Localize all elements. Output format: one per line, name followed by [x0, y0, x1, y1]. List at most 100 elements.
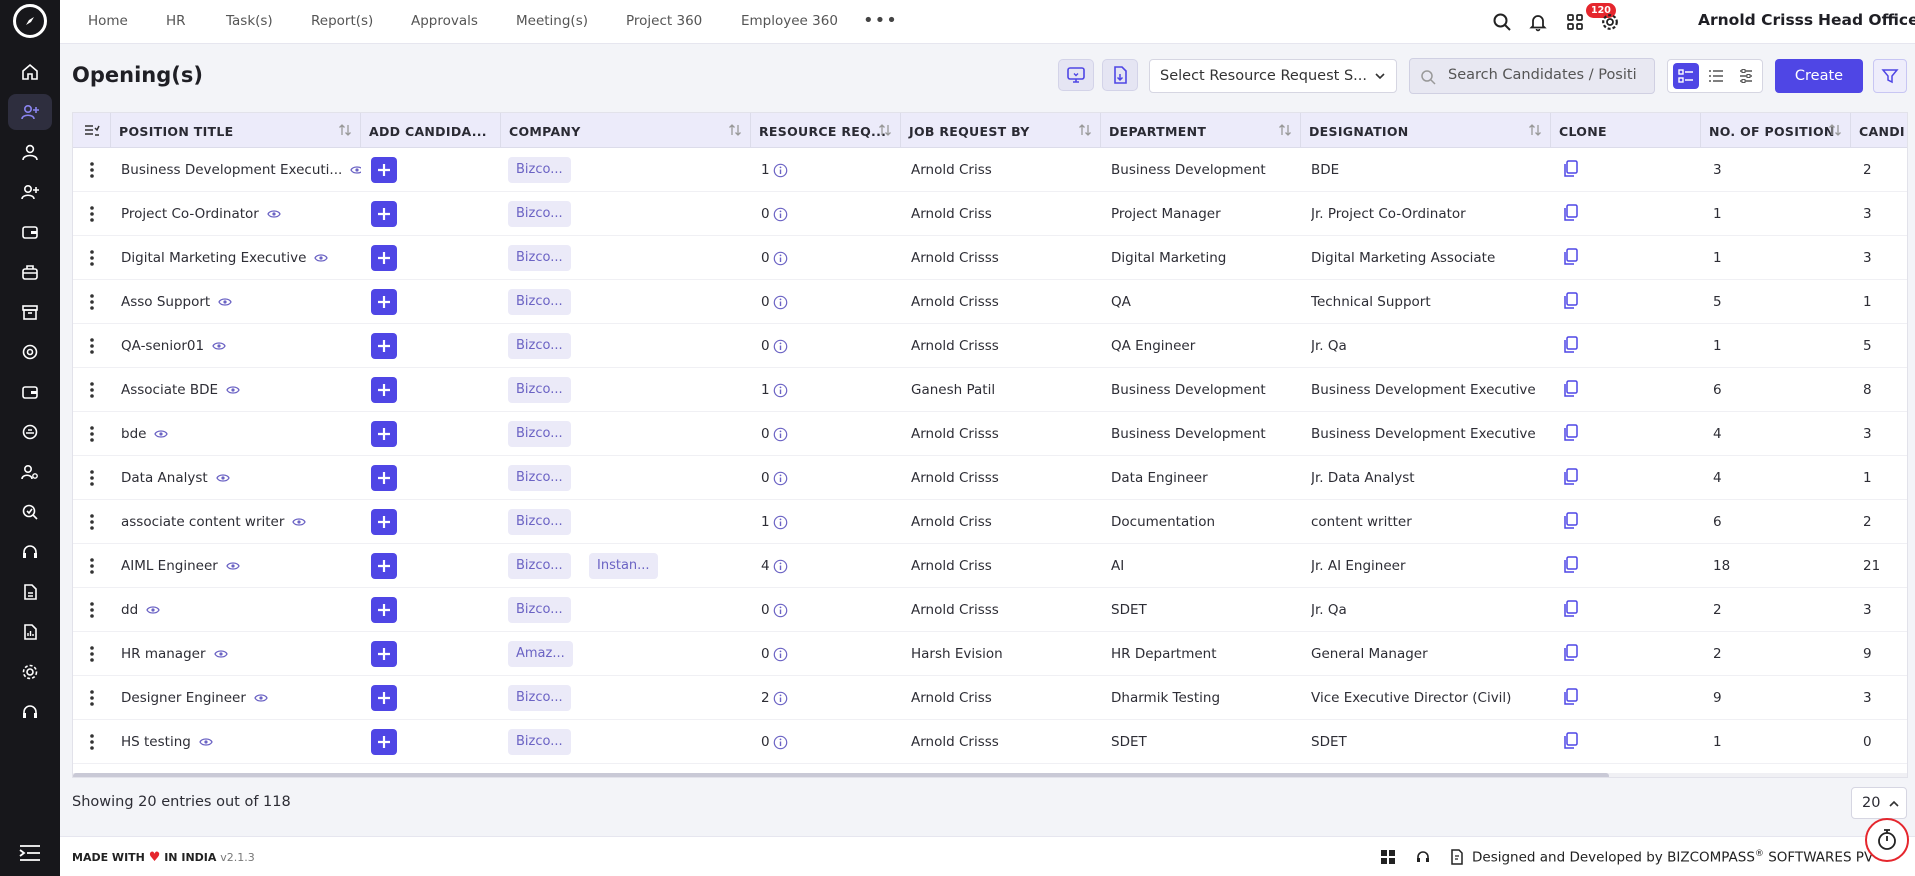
- clone-icon[interactable]: [1563, 688, 1579, 706]
- sidebar-briefcase-icon[interactable]: [8, 254, 52, 290]
- company-chip[interactable]: Bizco...: [508, 289, 571, 315]
- position-title[interactable]: HR manager: [121, 646, 206, 662]
- col-candidates[interactable]: CANDI: [1851, 113, 1907, 148]
- add-candidate-button[interactable]: [371, 509, 397, 535]
- position-title-cell[interactable]: Digital Marketing Executive: [121, 250, 361, 266]
- info-icon[interactable]: [773, 207, 788, 222]
- add-candidate-button[interactable]: [371, 421, 397, 447]
- sidebar-home-icon[interactable]: [8, 54, 52, 90]
- info-icon[interactable]: [773, 735, 788, 750]
- kebab-menu-icon[interactable]: [87, 336, 97, 356]
- company-chip[interactable]: Bizco...: [508, 729, 571, 755]
- eye-icon[interactable]: [226, 385, 240, 395]
- eye-icon[interactable]: [226, 561, 240, 571]
- table-row[interactable]: HR manager Amaz... 0 Harsh Evision HR De…: [73, 632, 1907, 676]
- add-candidate-button[interactable]: [371, 641, 397, 667]
- eye-icon[interactable]: [267, 209, 281, 219]
- col-no-of-position[interactable]: NO. OF POSITION: [1701, 113, 1851, 148]
- add-candidate-button[interactable]: [371, 245, 397, 271]
- sidebar-support-icon[interactable]: [8, 334, 52, 370]
- apps-grid-icon[interactable]: [1563, 10, 1587, 34]
- info-icon[interactable]: [773, 515, 788, 530]
- eye-icon[interactable]: [314, 253, 329, 263]
- eye-icon[interactable]: [254, 693, 268, 703]
- table-row[interactable]: Business Development Executi... Bizco...…: [73, 148, 1907, 192]
- table-row[interactable]: AIML Engineer Bizco... Instan... 4 Arnold…: [73, 544, 1907, 588]
- position-title[interactable]: AIML Engineer: [121, 558, 218, 574]
- eye-icon[interactable]: [154, 429, 169, 439]
- sort-icon[interactable]: [338, 123, 352, 137]
- table-row[interactable]: HS testing Bizco... 0 Arnold Crisss SDET…: [73, 720, 1907, 764]
- nav-tasks[interactable]: Task(s): [226, 13, 273, 29]
- kebab-menu-icon[interactable]: [87, 424, 97, 444]
- position-title[interactable]: Data Analyst: [121, 470, 208, 486]
- sidebar-expand-icon[interactable]: [14, 840, 46, 866]
- info-icon[interactable]: [773, 691, 788, 706]
- clone-icon[interactable]: [1563, 732, 1579, 750]
- add-candidate-button[interactable]: [371, 729, 397, 755]
- kebab-menu-icon[interactable]: [87, 248, 97, 268]
- info-icon[interactable]: [773, 295, 788, 310]
- sort-icon[interactable]: [878, 123, 892, 137]
- add-candidate-button[interactable]: [371, 289, 397, 315]
- kebab-menu-icon[interactable]: [87, 468, 97, 488]
- table-row[interactable]: Project Co-Ordinator Bizco... 0 Arnold C…: [73, 192, 1907, 236]
- position-title-cell[interactable]: HR manager: [121, 646, 361, 662]
- col-job-request-by[interactable]: JOB REQUEST BY: [901, 113, 1101, 148]
- info-icon[interactable]: [773, 339, 788, 354]
- position-title-cell[interactable]: bde: [121, 426, 361, 442]
- kebab-menu-icon[interactable]: [87, 292, 97, 312]
- clone-icon[interactable]: [1563, 512, 1579, 530]
- info-icon[interactable]: [773, 559, 788, 574]
- position-title[interactable]: associate content writer: [121, 514, 284, 530]
- nav-home[interactable]: Home: [88, 13, 128, 29]
- timer-button[interactable]: [1865, 818, 1909, 862]
- add-candidate-button[interactable]: [371, 201, 397, 227]
- col-clone[interactable]: CLONE: [1551, 113, 1701, 148]
- eye-icon[interactable]: [146, 605, 160, 615]
- table-row[interactable]: Digital Marketing Executive Bizco... 0 A…: [73, 236, 1907, 280]
- position-title-cell[interactable]: HS testing: [121, 734, 361, 750]
- nav-project-360[interactable]: Project 360: [626, 13, 702, 29]
- position-title[interactable]: Project Co-Ordinator: [121, 206, 259, 222]
- company-chip[interactable]: Bizco...: [508, 421, 571, 447]
- clone-icon[interactable]: [1563, 336, 1579, 354]
- clone-icon[interactable]: [1563, 380, 1579, 398]
- resource-request-select[interactable]: Select Resource Request S...: [1149, 59, 1397, 93]
- eye-icon[interactable]: [215, 473, 230, 483]
- info-icon[interactable]: [773, 647, 788, 662]
- table-row[interactable]: Data Analyst Bizco... 0 Arnold Crisss Da…: [73, 456, 1907, 500]
- kebab-menu-icon[interactable]: [87, 732, 97, 752]
- add-candidate-button[interactable]: [371, 597, 397, 623]
- filter-button[interactable]: [1873, 59, 1907, 93]
- headset-icon[interactable]: [1413, 847, 1433, 867]
- export-button[interactable]: [1102, 59, 1138, 91]
- sidebar-archive-icon[interactable]: [8, 294, 52, 330]
- eye-icon[interactable]: [213, 649, 228, 659]
- position-title-cell[interactable]: Project Co-Ordinator: [121, 206, 361, 222]
- position-title-cell[interactable]: dd: [121, 602, 361, 618]
- sidebar-card-icon[interactable]: [8, 374, 52, 410]
- sidebar-document-icon[interactable]: [8, 574, 52, 610]
- info-icon[interactable]: [773, 603, 788, 618]
- nav-approvals[interactable]: Approvals: [411, 13, 478, 29]
- company-chip[interactable]: Bizco...: [508, 377, 571, 403]
- table-row[interactable]: associate content writer Bizco... 1 Arno…: [73, 500, 1907, 544]
- search-icon[interactable]: [1490, 10, 1514, 34]
- document-settings-icon[interactable]: [1447, 847, 1467, 867]
- kebab-menu-icon[interactable]: [87, 556, 97, 576]
- clone-icon[interactable]: [1563, 468, 1579, 486]
- add-candidate-button[interactable]: [371, 465, 397, 491]
- kebab-menu-icon[interactable]: [87, 600, 97, 620]
- clone-icon[interactable]: [1563, 248, 1579, 266]
- horizontal-scrollbar[interactable]: [73, 773, 1907, 777]
- company-chip[interactable]: Bizco...: [508, 509, 571, 535]
- position-title[interactable]: Associate BDE: [121, 382, 218, 398]
- kebab-menu-icon[interactable]: [87, 380, 97, 400]
- scrollbar-thumb[interactable]: [73, 773, 1609, 777]
- office-name[interactable]: Head Office: [1818, 11, 1915, 29]
- sidebar-headset-icon[interactable]: [8, 534, 52, 570]
- sidebar-wallet-icon[interactable]: [8, 214, 52, 250]
- company-chip[interactable]: Instan...: [589, 553, 658, 579]
- sort-icon[interactable]: [728, 123, 742, 137]
